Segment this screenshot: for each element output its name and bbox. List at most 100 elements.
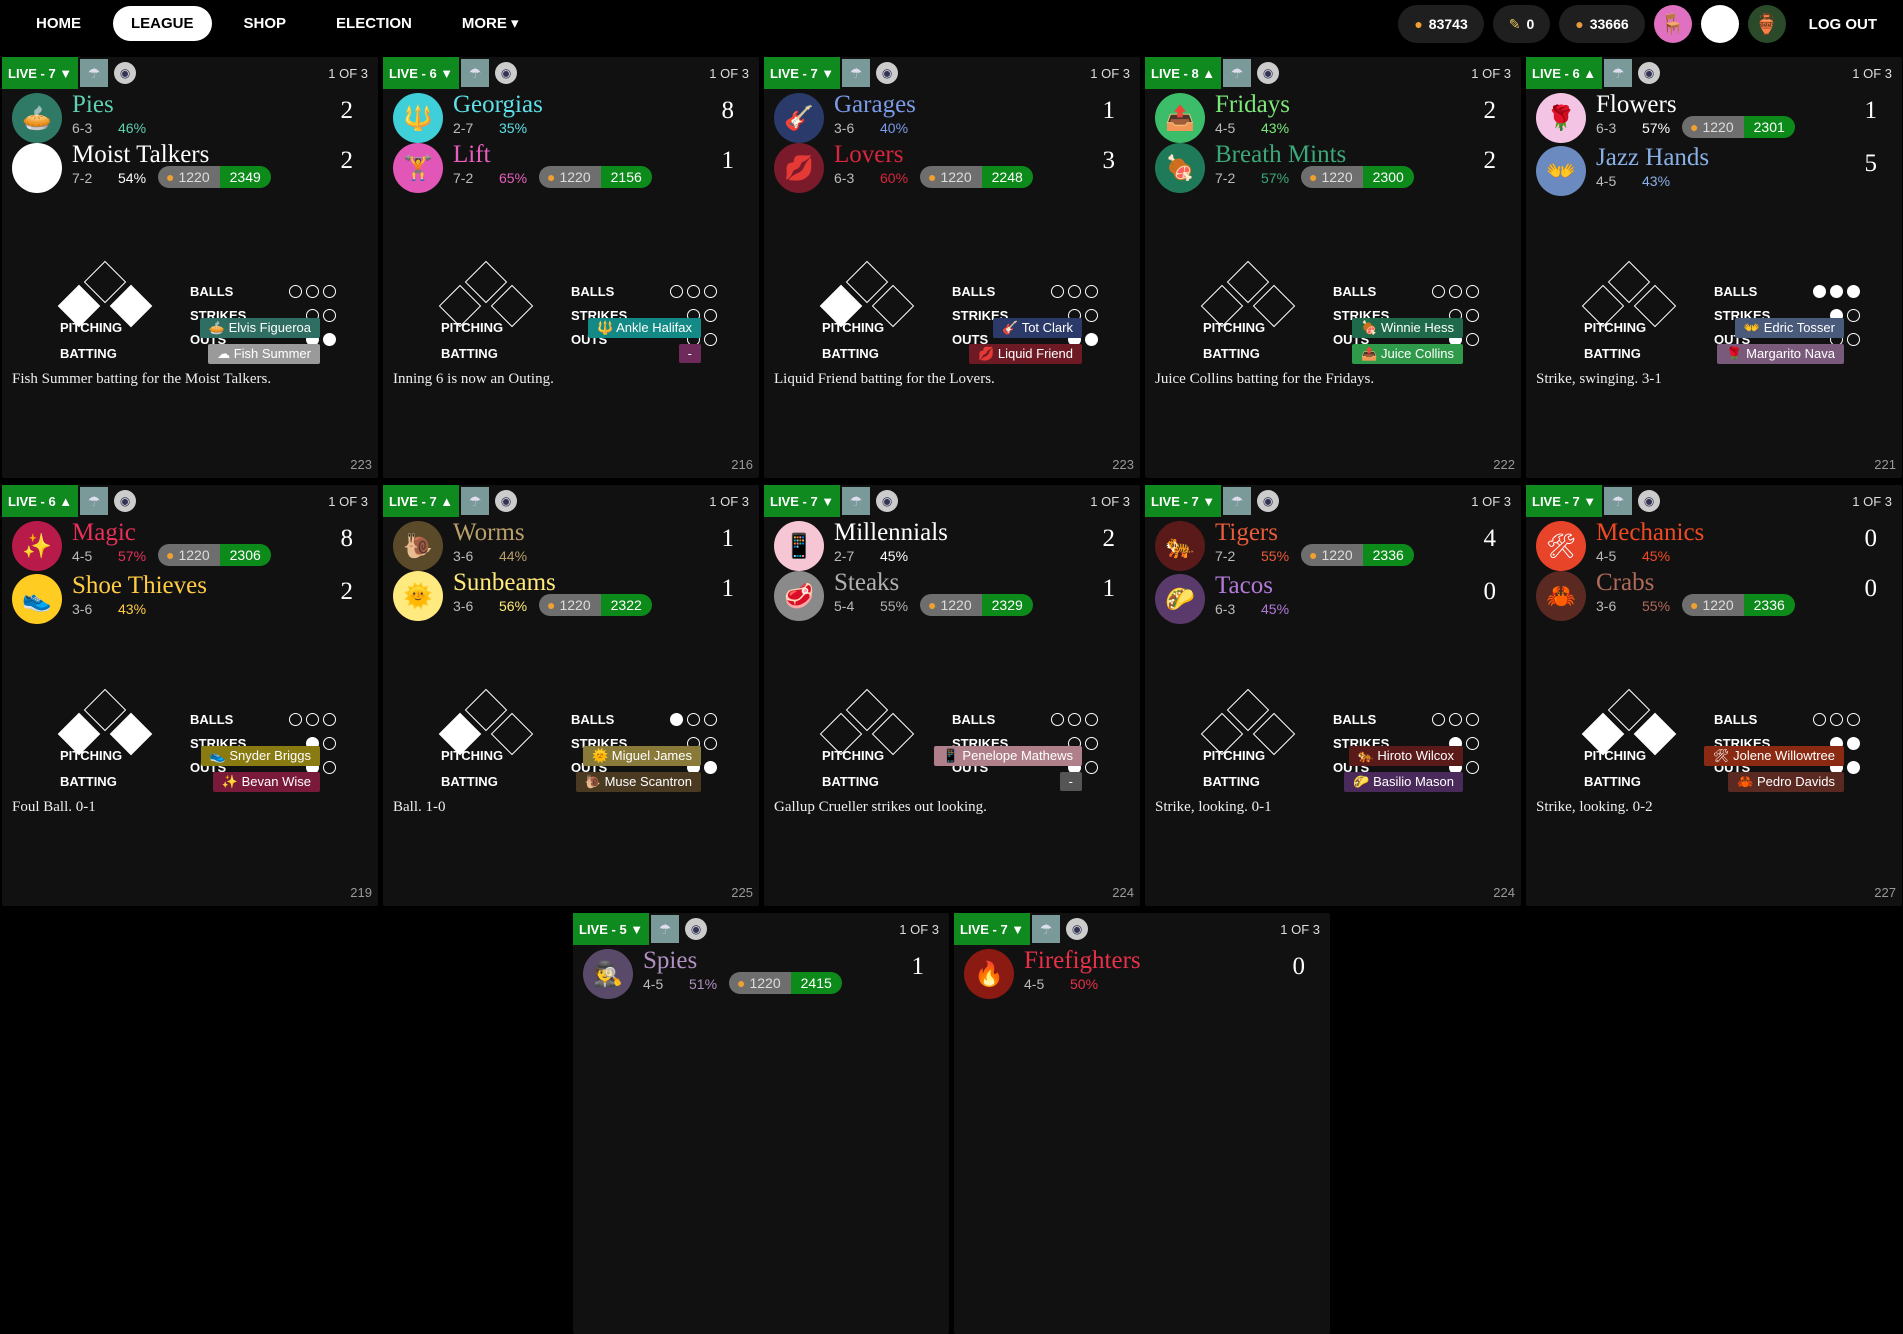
- live-inning[interactable]: LIVE - 7 ▼: [764, 485, 841, 517]
- bet-pill[interactable]: ● 1220 2156: [539, 166, 652, 188]
- count-label: BALLS: [1333, 283, 1377, 299]
- game-card[interactable]: LIVE - 7 ▼ ☂ ◉ 1 OF 3 🥧 Pies 6-3 46% 2 Moist Talk…: [2, 57, 378, 478]
- team-record: 7-2: [72, 170, 93, 186]
- pitching-player[interactable]: 🎸 Tot Clark: [993, 318, 1082, 338]
- coin-icon: ●: [1690, 119, 1699, 135]
- live-inning[interactable]: LIVE - 6 ▲: [2, 485, 79, 517]
- game-update: Inning 6 is now an Outing.: [393, 371, 554, 387]
- game-card[interactable]: LIVE - 7 ▼ ☂ ◉ 1 OF 3 🛠 Mechanics 4-5 45% 0 🦀 Crab…: [1526, 485, 1902, 906]
- bet-pill[interactable]: ● 1220 2248: [920, 166, 1033, 188]
- team-row: 🕵 Spies 4-5 51% ● 1220 2415 1: [573, 945, 949, 999]
- game-card[interactable]: LIVE - 7 ▼ ☂ ◉ 1 OF 3 🔥 Firefighters 4-5 50% 0: [954, 913, 1330, 1334]
- batting-player[interactable]: 🌮 Basilio Mason: [1344, 772, 1463, 792]
- live-inning[interactable]: LIVE - 7 ▲: [383, 485, 460, 517]
- game-card[interactable]: LIVE - 7 ▼ ☂ ◉ 1 OF 3 📱 Millennials 2-7 45% 2 🥩 St…: [764, 485, 1140, 906]
- live-inning[interactable]: LIVE - 7 ▼: [2, 57, 79, 89]
- team-logo: 🥩: [774, 571, 824, 621]
- bet-amount: ● 1220: [729, 972, 791, 994]
- batting-player[interactable]: ☁ Fish Summer: [208, 344, 320, 364]
- batting-player[interactable]: 🦀 Pedro Davids: [1728, 772, 1844, 792]
- pitching-player[interactable]: 🔱 Ankle Halifax: [588, 318, 701, 338]
- game-card[interactable]: LIVE - 7 ▲ ☂ ◉ 1 OF 3 🐌 Worms 3-6 44% 1 🌞 Sunbeams…: [383, 485, 759, 906]
- bet-pill[interactable]: ● 1220 2329: [920, 594, 1033, 616]
- win-percent: 43%: [1642, 173, 1671, 189]
- team-row: 🌹 Flowers 6-3 57% ● 1220 2301 1: [1526, 89, 1902, 143]
- team-record: 2-7: [453, 120, 474, 136]
- game-card[interactable]: LIVE - 7 ▼ ☂ ◉ 1 OF 3 🐅 Tigers 7-2 55% ● 1220 2336…: [1145, 485, 1521, 906]
- team-record: 3-6: [72, 601, 93, 617]
- series-count: 1 OF 3: [328, 66, 368, 81]
- chair-icon[interactable]: 🪑: [1653, 5, 1692, 43]
- bet-odds: 1220: [940, 597, 972, 613]
- bet-pill[interactable]: ● 1220 2415: [729, 972, 842, 994]
- live-inning[interactable]: LIVE - 6 ▼: [383, 57, 460, 89]
- pitching-player[interactable]: 🐅 Hiroto Wilcox: [1348, 746, 1463, 766]
- live-inning[interactable]: LIVE - 7 ▼: [954, 913, 1031, 945]
- count-box: BALLS STRIKES OUTS: [1333, 279, 1479, 351]
- game-card[interactable]: LIVE - 6 ▲ ☂ ◉ 1 OF 3 ✨ Magic 4-5 57% ● 1220 2306 8…: [2, 485, 378, 906]
- pitching-player[interactable]: 👐 Edric Tosser: [1734, 318, 1844, 338]
- live-inning[interactable]: LIVE - 7 ▼: [764, 57, 841, 89]
- pitching-player[interactable]: 🌞 Miguel James: [582, 746, 701, 766]
- game-card[interactable]: LIVE - 6 ▼ ☂ ◉ 1 OF 3 🔱 Georgias 2-7 35% 8 🏋 Lift 7…: [383, 57, 759, 478]
- outs-dot: [323, 332, 336, 346]
- coins-display[interactable]: ● 83743: [1398, 5, 1484, 43]
- live-inning[interactable]: LIVE - 7 ▼: [1145, 485, 1222, 517]
- bet-pill[interactable]: ● 1220 2301: [1682, 116, 1795, 138]
- bet-pill[interactable]: ● 1220 2349: [158, 166, 271, 188]
- batting-player[interactable]: -: [678, 344, 701, 363]
- batting-player[interactable]: 🌹 Margarito Nava: [1717, 344, 1844, 364]
- peanuts-display[interactable]: ● 33666: [1559, 5, 1645, 43]
- outs-dot: [323, 760, 336, 774]
- game-card[interactable]: LIVE - 5 ▼ ☂ ◉ 1 OF 3 🕵 Spies 4-5 51% ● 1220 2415 1: [573, 913, 949, 1334]
- pitching-player[interactable]: 🛠 Jolene Willowtree: [1704, 746, 1844, 766]
- game-update: Foul Ball. 0-1: [12, 799, 96, 815]
- votes-display[interactable]: ✎ 0: [1492, 5, 1551, 43]
- logout-button[interactable]: LOG OUT: [1795, 16, 1889, 33]
- live-inning[interactable]: LIVE - 5 ▼: [573, 913, 650, 945]
- nav-election[interactable]: ELECTION: [318, 6, 430, 41]
- batting-player[interactable]: ✨ Bevan Wise: [212, 772, 320, 792]
- team-name: Steaks: [834, 569, 900, 596]
- pitching-player[interactable]: 🍖 Winnie Hess: [1352, 318, 1463, 338]
- pitching-player[interactable]: 📱 Penelope Mathews: [933, 746, 1082, 766]
- win-percent: 46%: [118, 120, 147, 136]
- nav-more[interactable]: MORE ▾: [444, 5, 537, 41]
- weather-icon: ☂: [1032, 915, 1061, 943]
- nav-league[interactable]: LEAGUE: [113, 5, 212, 41]
- balls-dot: [1813, 284, 1826, 298]
- game-card[interactable]: LIVE - 6 ▲ ☂ ◉ 1 OF 3 🌹 Flowers 6-3 57% ● 1220 230…: [1526, 57, 1902, 478]
- player-icon: 🍖: [1361, 320, 1382, 335]
- team-logo: ✨: [12, 521, 62, 571]
- game-number: 221: [1874, 457, 1896, 472]
- coin-icon: ●: [547, 597, 556, 613]
- batting-player[interactable]: 💋 Liquid Friend: [969, 344, 1082, 364]
- team-name: Worms: [453, 519, 525, 546]
- stadium-icon: ◉: [114, 490, 137, 512]
- game-card[interactable]: LIVE - 7 ▼ ☂ ◉ 1 OF 3 🎸 Garages 3-6 40% 1 💋 Lovers…: [764, 57, 1140, 478]
- batting-player[interactable]: 📤 Juice Collins: [1352, 344, 1463, 364]
- pitching-player[interactable]: 🥧 Elvis Figueroa: [199, 318, 320, 338]
- weather-icon: ☂: [80, 487, 109, 515]
- count-box: BALLS STRIKES OUTS: [1714, 279, 1860, 351]
- bet-pill[interactable]: ● 1220 2336: [1301, 544, 1414, 566]
- batting-player[interactable]: -: [1059, 772, 1082, 791]
- live-inning[interactable]: LIVE - 7 ▼: [1526, 485, 1603, 517]
- bet-pill[interactable]: ● 1220 2336: [1682, 594, 1795, 616]
- player-icon: 📱: [942, 748, 963, 763]
- trophy-icon[interactable]: 🏺: [1747, 5, 1786, 43]
- count-label: BALLS: [952, 711, 996, 727]
- nav-home[interactable]: HOME: [18, 6, 99, 41]
- bet-pill[interactable]: ● 1220 2322: [539, 594, 652, 616]
- win-percent: 60%: [880, 170, 909, 186]
- avatar[interactable]: [1700, 5, 1739, 43]
- strikes-dot: [704, 308, 717, 322]
- live-inning[interactable]: LIVE - 6 ▲: [1526, 57, 1603, 89]
- live-inning[interactable]: LIVE - 8 ▲: [1145, 57, 1222, 89]
- nav-shop[interactable]: SHOP: [226, 6, 305, 41]
- bet-pill[interactable]: ● 1220 2300: [1301, 166, 1414, 188]
- game-card[interactable]: LIVE - 8 ▲ ☂ ◉ 1 OF 3 📤 Fridays 4-5 43% 2 🍖 Breath…: [1145, 57, 1521, 478]
- bet-pill[interactable]: ● 1220 2306: [158, 544, 271, 566]
- pitching-player[interactable]: 👟 Snyder Briggs: [200, 746, 320, 766]
- batting-player[interactable]: 🐌 Muse Scantron: [575, 772, 701, 792]
